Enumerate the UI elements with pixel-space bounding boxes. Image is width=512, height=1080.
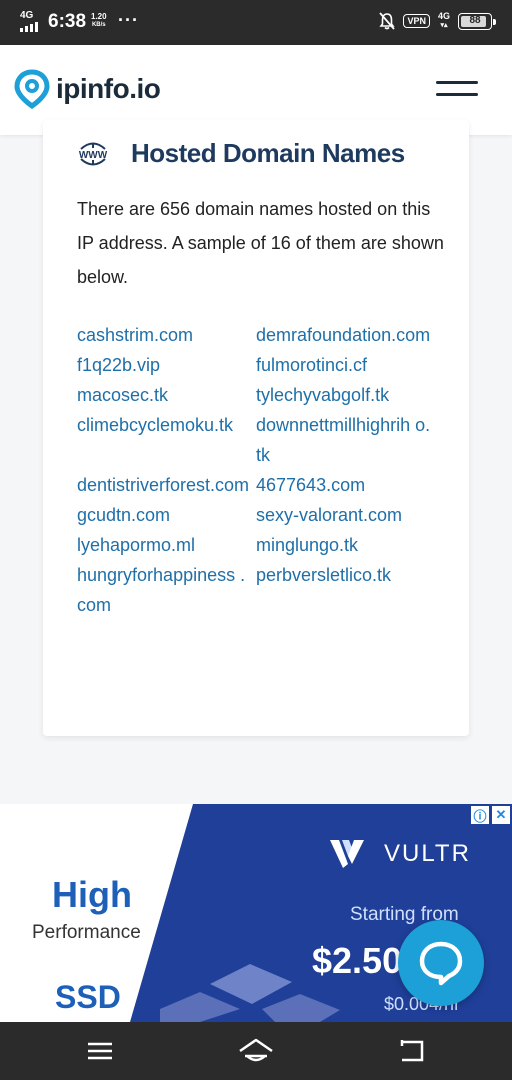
data-arrows-icon: ▾▴ bbox=[440, 22, 448, 29]
vpn-badge: VPN bbox=[403, 14, 430, 28]
ad-controls: ⓘ ✕ bbox=[471, 806, 510, 824]
status-bar: 4G 6:38 1.20 KB/s ··· VPN 4G ▾▴ 88 bbox=[0, 0, 512, 45]
svg-text:WWW: WWW bbox=[79, 150, 108, 161]
map-pin-icon bbox=[14, 69, 50, 109]
hosted-domains-card: WWW Hosted Domain Names There are 656 do… bbox=[43, 120, 469, 736]
ad-brand: VULTR bbox=[384, 840, 471, 867]
battery-level: 88 bbox=[469, 14, 481, 26]
back-icon[interactable] bbox=[392, 1034, 432, 1068]
section-title: Hosted Domain Names bbox=[131, 138, 405, 168]
ad-high-text: High bbox=[52, 874, 132, 915]
domain-link[interactable]: f1q22b.vip bbox=[77, 350, 256, 380]
ad-info-icon[interactable]: ⓘ bbox=[471, 806, 489, 824]
speed-value: 1.20 bbox=[91, 12, 107, 21]
network-type-2: 4G ▾▴ bbox=[438, 12, 450, 30]
domain-link[interactable]: minglungo.tk bbox=[256, 530, 435, 560]
section-description: There are 656 domain names hosted on thi… bbox=[77, 199, 444, 287]
logo-text: ipinfo.io bbox=[56, 73, 161, 104]
ad-price: $2.50 bbox=[312, 940, 403, 981]
ad-performance-text: Performance bbox=[32, 922, 141, 943]
domain-link[interactable]: cashstrim.com bbox=[77, 320, 256, 350]
hamburger-menu-icon[interactable] bbox=[436, 81, 478, 101]
clock: 6:38 bbox=[48, 11, 87, 32]
domain-link[interactable]: hungryforhappiness .com bbox=[77, 560, 256, 620]
domain-link[interactable]: demrafoundation.com bbox=[256, 320, 435, 350]
system-nav-bar bbox=[0, 1022, 512, 1080]
domain-link[interactable]: climebcyclemoku.tk bbox=[77, 410, 256, 470]
domain-link[interactable]: 4677643.com bbox=[256, 470, 435, 500]
domain-link[interactable]: tylechyvabgolf.tk bbox=[256, 380, 435, 410]
speed-unit: KB/s bbox=[91, 22, 106, 28]
vultr-logo-icon bbox=[330, 840, 364, 868]
network-type: 4G bbox=[20, 10, 34, 21]
recent-apps-icon[interactable] bbox=[80, 1034, 120, 1068]
domain-link[interactable]: lyehapormo.ml bbox=[77, 530, 256, 560]
status-icons: VPN 4G ▾▴ 88 bbox=[379, 12, 496, 30]
ad-ssd-text: SSD bbox=[55, 979, 121, 1015]
signal-icon bbox=[20, 22, 38, 32]
chat-bubble-icon bbox=[419, 941, 463, 986]
domain-list: cashstrim.com demrafoundation.com f1q22b.v… bbox=[77, 320, 461, 620]
domain-link[interactable]: perbversletlico.tk bbox=[256, 560, 435, 620]
more-notifications-icon: ··· bbox=[118, 10, 139, 30]
ad-close-icon[interactable]: ✕ bbox=[492, 806, 510, 824]
battery-icon: 88 bbox=[458, 12, 496, 30]
www-globe-icon: WWW bbox=[79, 142, 108, 165]
domain-link[interactable]: gcudtn.com bbox=[77, 500, 256, 530]
card-header: WWW Hosted Domain Names bbox=[75, 138, 405, 169]
network-type-2-label: 4G bbox=[437, 11, 450, 21]
muted-bell-icon bbox=[379, 12, 396, 30]
site-logo[interactable]: ipinfo.io bbox=[14, 69, 161, 109]
domain-link[interactable]: fulmorotinci.cf bbox=[256, 350, 435, 380]
domain-link[interactable]: dentistriverforest.com bbox=[77, 470, 256, 500]
network-speed: 1.20 KB/s bbox=[91, 13, 107, 29]
domain-link[interactable]: downnettmillhighrih o.tk bbox=[256, 410, 435, 470]
chat-button[interactable] bbox=[398, 920, 484, 1006]
home-icon[interactable] bbox=[236, 1034, 276, 1068]
domain-link[interactable]: macosec.tk bbox=[77, 380, 256, 410]
domain-link[interactable]: sexy-valorant.com bbox=[256, 500, 435, 530]
